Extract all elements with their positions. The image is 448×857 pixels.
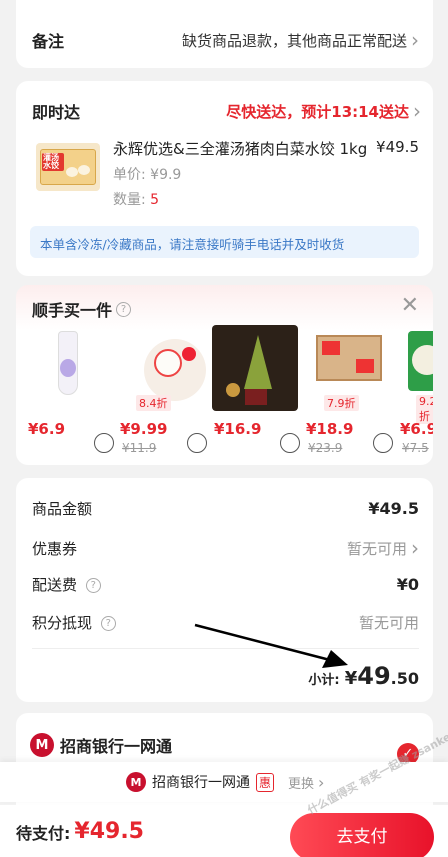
promo-badge: 惠 [256, 772, 275, 792]
chevron-right-icon: › [318, 772, 325, 792]
payment-method-row[interactable]: M 招商银行一网通 [30, 733, 172, 757]
change-payment-link[interactable]: 更换 [288, 773, 314, 792]
pay-button-label: 去支付 [336, 827, 388, 847]
pay-button[interactable]: 去支付 [290, 813, 434, 857]
cmb-bank-icon: M [126, 772, 146, 792]
checkout-footer: 待支付: ¥49.5 去支付 [0, 805, 448, 857]
cmb-bank-icon: M [30, 733, 54, 757]
popup-bank-name: 招商银行一网通 [152, 775, 250, 791]
payment-bank-name: 招商银行一网通 [60, 737, 173, 756]
pay-amount: ¥49.5 [74, 819, 144, 844]
pay-label: 待支付: [16, 823, 71, 843]
